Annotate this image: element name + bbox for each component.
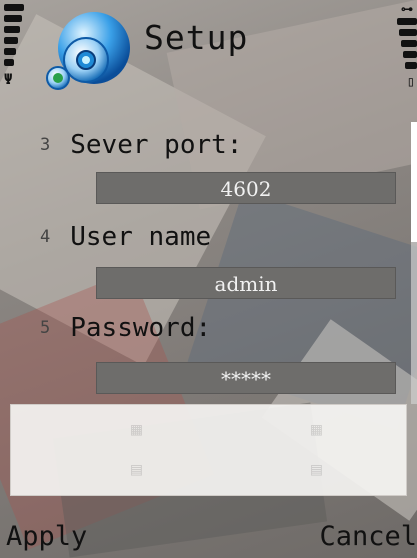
app-icon	[36, 8, 136, 98]
message-panel: ▦ ▦ ▤ ▤	[10, 404, 407, 496]
field-label-server-port: 3 Sever port:	[40, 130, 242, 160]
watermark-icon: ▦	[311, 419, 322, 440]
password-input[interactable]: *****	[96, 362, 396, 394]
watermark-icon: ▦	[131, 419, 142, 440]
user-name-input[interactable]: admin	[96, 267, 396, 299]
apply-softkey[interactable]: Apply	[6, 521, 87, 552]
field-label-text: User name	[70, 222, 212, 252]
watermark-icon: ▤	[311, 459, 322, 480]
field-label-text: Password:	[70, 313, 212, 343]
antenna-icon: Ψ	[4, 72, 13, 88]
field-number: 3	[40, 135, 51, 155]
battery-indicator: ⊶ ▯	[397, 2, 417, 90]
server-port-input[interactable]: 4602	[96, 172, 396, 204]
scrollbar-thumb[interactable]	[411, 122, 417, 242]
charging-icon: ⊶	[401, 2, 413, 16]
field-number: 5	[40, 318, 51, 338]
signal-strength-indicator: Ψ	[4, 4, 26, 88]
field-number: 4	[40, 227, 51, 247]
field-label-text: Sever port:	[70, 130, 243, 160]
cancel-softkey[interactable]: Cancel	[319, 521, 417, 552]
field-label-user-name: 4 User name	[40, 222, 211, 252]
battery-icon: ▯	[406, 74, 415, 90]
field-label-password: 5 Password:	[40, 313, 211, 343]
watermark-icon: ▤	[131, 459, 142, 480]
page-title: Setup	[144, 18, 249, 57]
